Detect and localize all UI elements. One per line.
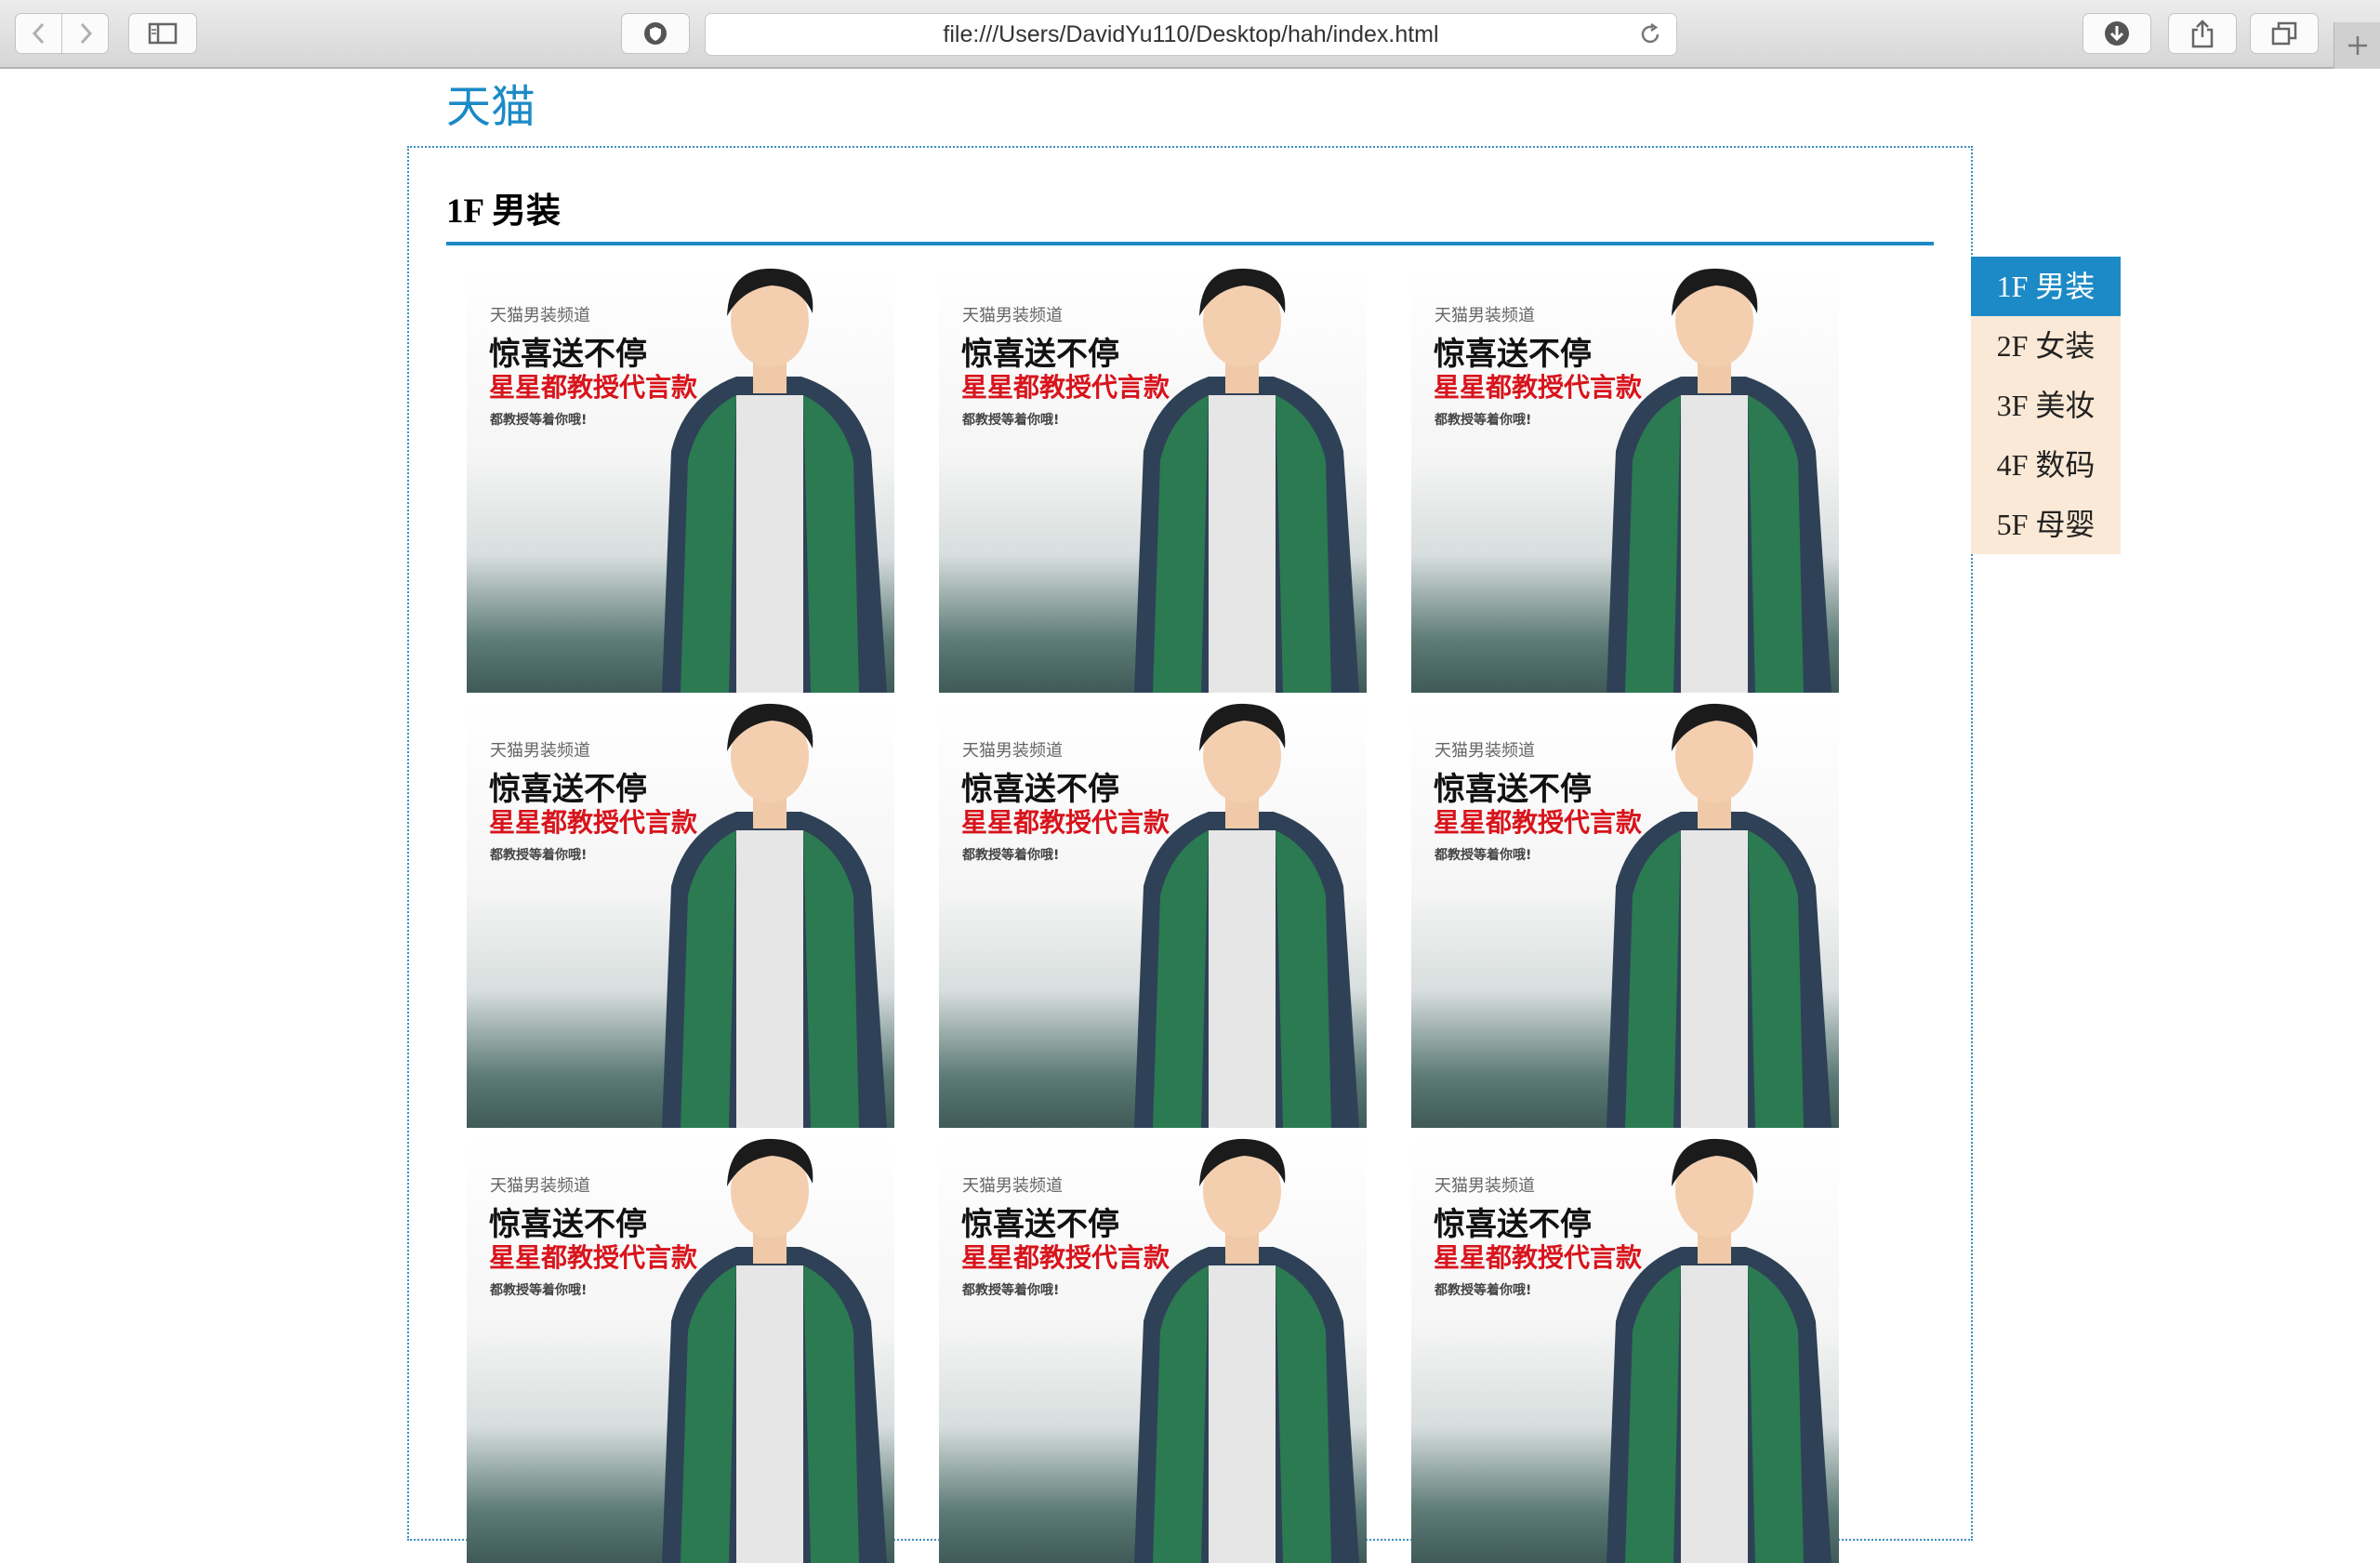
model-photo	[1606, 703, 1831, 1128]
plus-icon	[2347, 36, 2367, 55]
download-icon	[2105, 21, 2129, 46]
address-bar[interactable]: file:///Users/DavidYu110/Desktop/hah/ind…	[705, 13, 1677, 56]
model-photo	[1606, 268, 1831, 693]
product-card[interactable]: 天猫男装频道 惊喜送不停 星星都教授代言款 都教授等着你哦!	[1411, 1135, 1839, 1563]
back-button[interactable]	[15, 13, 62, 54]
show-tabs-button[interactable]	[2250, 13, 2319, 54]
model-photo	[1134, 1138, 1359, 1563]
promo-tagline: 都教授等着你哦!	[490, 848, 588, 863]
promo-channel-text: 天猫男装频道	[490, 1176, 590, 1196]
floor-nav-item-5f[interactable]: 5F 母婴	[1971, 495, 2121, 554]
product-card[interactable]: 天猫男装频道 惊喜送不停 星星都教授代言款 都教授等着你哦!	[1411, 265, 1839, 693]
tabs-icon	[2271, 21, 2297, 46]
site-title[interactable]: 天猫	[446, 80, 536, 136]
promo-channel-text: 天猫男装频道	[962, 741, 1063, 761]
url-text: file:///Users/DavidYu110/Desktop/hah/ind…	[943, 20, 1439, 47]
product-card[interactable]: 天猫男装频道 惊喜送不停 星星都教授代言款 都教授等着你哦!	[467, 1135, 894, 1563]
chevron-left-icon	[32, 22, 44, 45]
floor-nav-item-3f[interactable]: 3F 美妆	[1971, 376, 2121, 435]
promo-channel-text: 天猫男装频道	[1435, 1176, 1535, 1196]
promo-tagline: 都教授等着你哦!	[490, 413, 588, 428]
share-icon	[2191, 20, 2214, 48]
floor-nav-item-4f[interactable]: 4F 数码	[1971, 435, 2121, 495]
product-card[interactable]: 天猫男装频道 惊喜送不停 星星都教授代言款 都教授等着你哦!	[939, 265, 1367, 693]
forward-button[interactable]	[61, 13, 109, 54]
promo-tagline: 都教授等着你哦!	[962, 413, 1060, 428]
sidebar-toggle-button[interactable]	[128, 13, 197, 54]
product-card[interactable]: 天猫男装频道 惊喜送不停 星星都教授代言款 都教授等着你哦!	[467, 265, 894, 693]
promo-channel-text: 天猫男装频道	[1435, 741, 1535, 761]
promo-channel-text: 天猫男装频道	[490, 741, 590, 761]
floor-nav-item-2f[interactable]: 2F 女装	[1971, 316, 2121, 376]
product-card[interactable]: 天猫男装频道 惊喜送不停 星星都教授代言款 都教授等着你哦!	[1411, 700, 1839, 1128]
product-card[interactable]: 天猫男装频道 惊喜送不停 星星都教授代言款 都教授等着你哦!	[467, 700, 894, 1128]
promo-channel-text: 天猫男装频道	[490, 306, 590, 325]
promo-channel-text: 天猫男装频道	[962, 1176, 1063, 1196]
model-photo	[1134, 703, 1359, 1128]
floor-heading: 1F 男装	[446, 190, 1934, 245]
downloads-button[interactable]	[2082, 13, 2151, 54]
model-photo	[662, 1138, 887, 1563]
floor-heading-text: 1F 男装	[446, 192, 561, 231]
floor-section: 1F 男装 天猫男装频道 惊喜送不停 星星都教授代言款 都教授等着你哦! 天猫男…	[407, 146, 1973, 1563]
privacy-report-button[interactable]	[621, 13, 690, 54]
share-button[interactable]	[2168, 13, 2237, 54]
reload-icon[interactable]	[1637, 21, 1663, 47]
promo-channel-text: 天猫男装频道	[962, 306, 1063, 325]
model-photo	[662, 268, 887, 693]
model-photo	[1606, 1138, 1831, 1563]
sidebar-icon	[148, 22, 178, 45]
promo-tagline: 都教授等着你哦!	[1435, 848, 1532, 863]
new-tab-button[interactable]	[2334, 22, 2380, 69]
chevron-right-icon	[80, 22, 92, 45]
shield-icon	[644, 22, 667, 45]
model-photo	[662, 703, 887, 1128]
floor-nav: 1F 男装 2F 女装 3F 美妆 4F 数码 5F 母婴	[1971, 257, 2121, 554]
promo-tagline: 都教授等着你哦!	[962, 848, 1060, 863]
product-card[interactable]: 天猫男装频道 惊喜送不停 星星都教授代言款 都教授等着你哦!	[939, 1135, 1367, 1563]
promo-tagline: 都教授等着你哦!	[962, 1283, 1060, 1298]
floor-nav-item-1f[interactable]: 1F 男装	[1971, 257, 2121, 316]
promo-tagline: 都教授等着你哦!	[490, 1283, 588, 1298]
promo-channel-text: 天猫男装频道	[1435, 306, 1535, 325]
browser-toolbar: file:///Users/DavidYu110/Desktop/hah/ind…	[0, 0, 2380, 69]
model-photo	[1134, 268, 1359, 693]
product-card[interactable]: 天猫男装频道 惊喜送不停 星星都教授代言款 都教授等着你哦!	[939, 700, 1367, 1128]
product-grid: 天猫男装频道 惊喜送不停 星星都教授代言款 都教授等着你哦! 天猫男装频道 惊喜…	[467, 265, 1880, 1563]
promo-tagline: 都教授等着你哦!	[1435, 413, 1532, 428]
promo-tagline: 都教授等着你哦!	[1435, 1283, 1532, 1298]
